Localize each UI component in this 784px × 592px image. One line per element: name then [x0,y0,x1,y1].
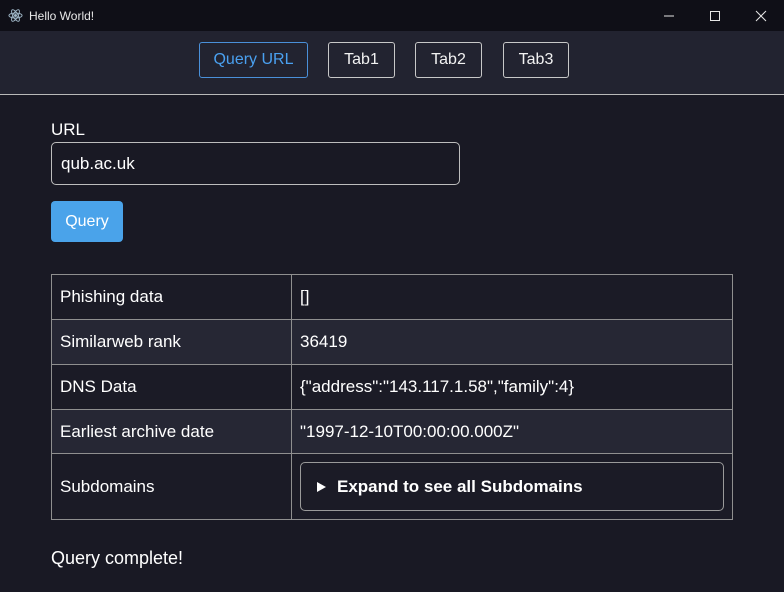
electron-icon [8,9,23,22]
row-key-phishing: Phishing data [51,274,292,320]
table-row: DNS Data {"address":"143.117.1.58","fami… [51,364,733,410]
expander-label: Expand to see all Subdomains [337,476,583,496]
results-table: Phishing data [] Similarweb rank 36419 D… [51,274,733,520]
tab-bar: Query URL Tab1 Tab2 Tab3 [0,31,784,95]
row-key-dns: DNS Data [51,364,292,410]
tab-1[interactable]: Tab1 [328,42,395,78]
table-row: Earliest archive date "1997-12-10T00:00:… [51,409,733,454]
tab-query-url[interactable]: Query URL [199,42,308,78]
close-button[interactable] [738,0,784,31]
row-value-dns: {"address":"143.117.1.58","family":4} [291,364,733,410]
row-value-phishing: [] [291,274,733,320]
status-message: Query complete! [51,548,184,568]
minimize-button[interactable] [646,0,692,31]
query-button[interactable]: Query [51,201,123,242]
title-bar: Hello World! [0,0,784,31]
table-row: Phishing data [] [51,274,733,320]
subdomains-expander[interactable]: Expand to see all Subdomains [300,462,724,511]
table-row: Similarweb rank 36419 [51,319,733,365]
url-input[interactable] [51,142,460,185]
row-value-similarweb: 36419 [291,319,733,365]
minimize-icon [664,15,674,16]
row-key-subdomains: Subdomains [51,453,292,520]
tab-3[interactable]: Tab3 [503,42,569,78]
close-icon [755,10,767,21]
table-row: Subdomains Expand to see all Subdomains [51,453,733,520]
row-value-subdomains: Expand to see all Subdomains [291,453,733,520]
disclosure-triangle-icon [317,481,326,492]
maximize-icon [710,10,720,21]
maximize-button[interactable] [692,0,738,31]
window-title: Hello World! [29,9,95,23]
row-value-archive: "1997-12-10T00:00:00.000Z" [291,409,733,454]
row-key-archive: Earliest archive date [51,409,292,454]
row-key-similarweb: Similarweb rank [51,319,292,365]
tab-2[interactable]: Tab2 [415,42,482,78]
url-label: URL [51,120,86,139]
